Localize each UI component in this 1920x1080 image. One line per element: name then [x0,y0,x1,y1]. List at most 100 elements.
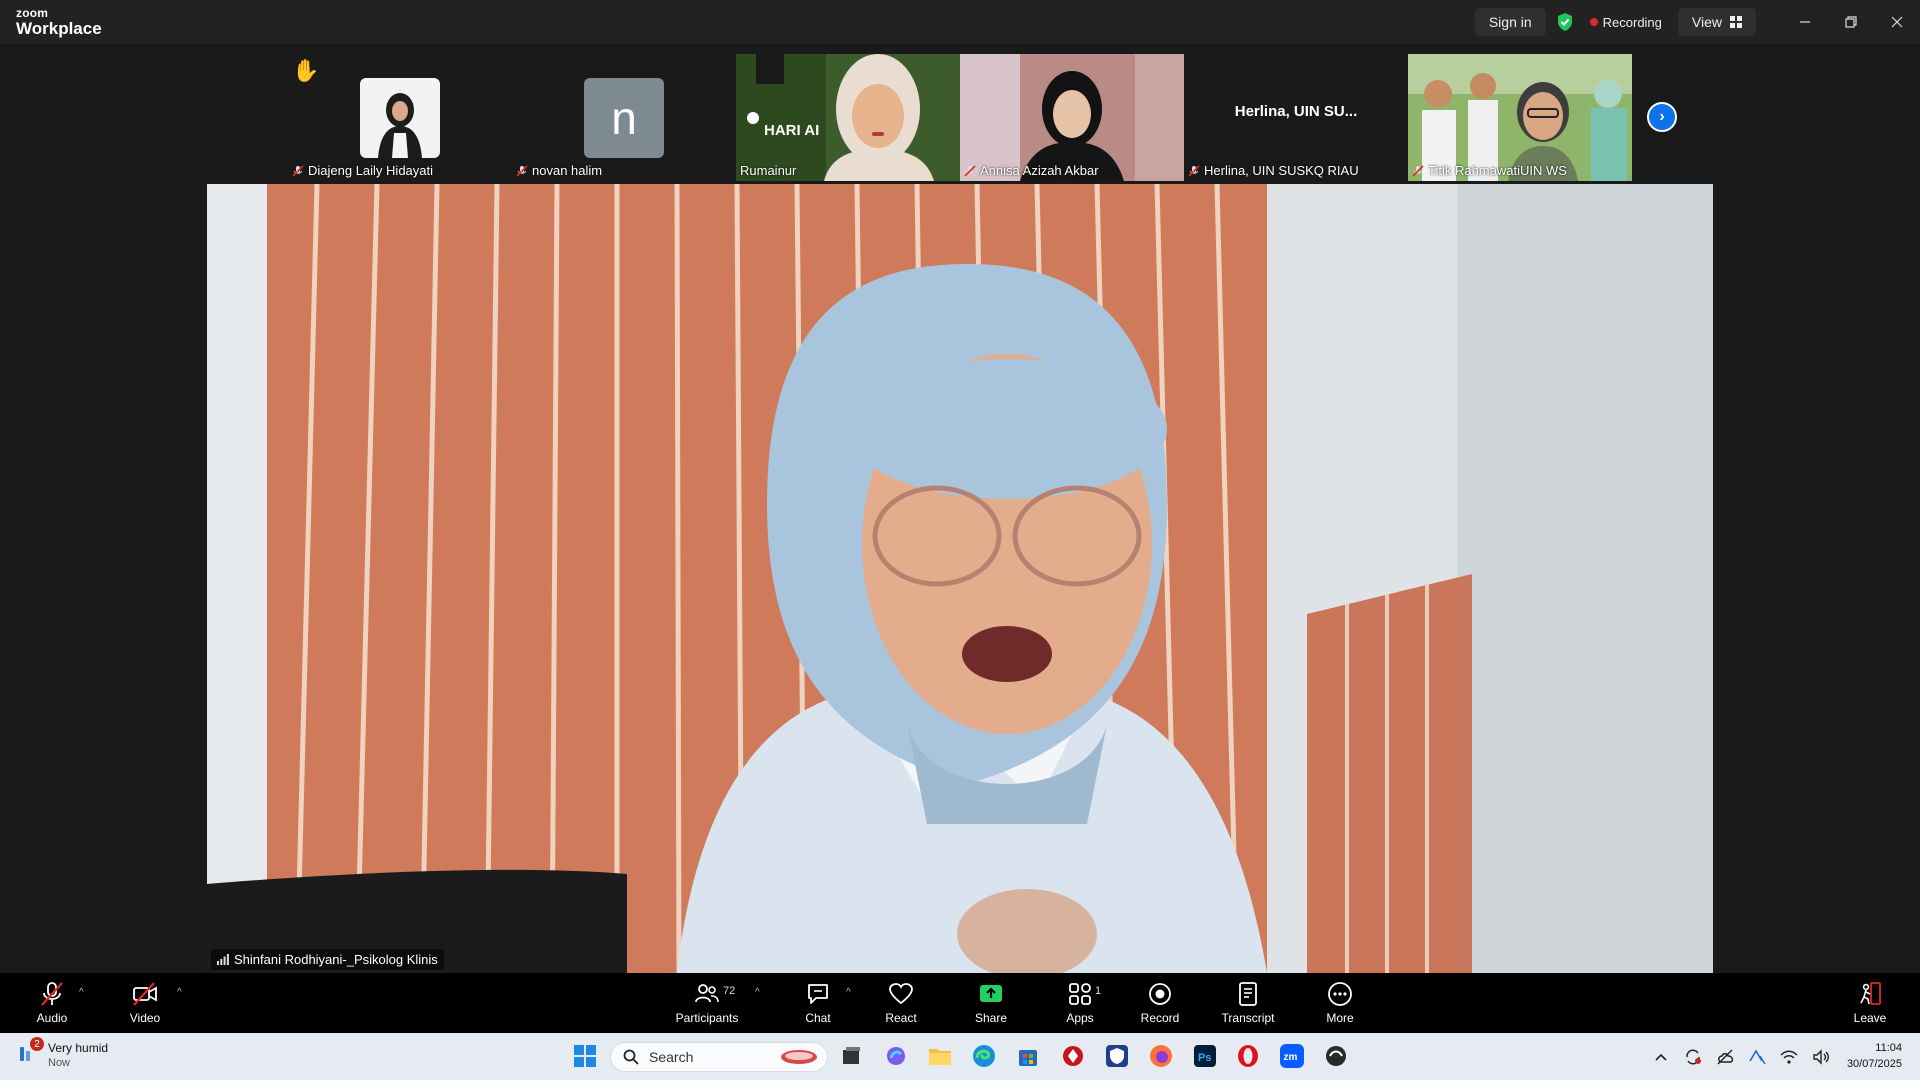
more-icon [1328,982,1352,1006]
audio-button[interactable]: Audio [34,981,70,1033]
participant-tile[interactable]: ✋ Diajeng Laily Hidayati [288,54,512,181]
svg-text:zm: zm [1284,1052,1298,1063]
participants-options-caret[interactable]: ^ [755,987,760,998]
windows-start-icon[interactable] [572,1043,598,1069]
participant-video [1408,54,1632,181]
close-icon [1891,16,1903,28]
audio-options-caret[interactable]: ^ [79,987,84,998]
taskbar-search[interactable]: Search [610,1042,828,1072]
leave-label: Leave [1853,1011,1887,1025]
search-placeholder: Search [649,1049,694,1065]
video-button[interactable]: Video [127,981,163,1033]
video-label: Video [129,1011,161,1025]
video-off-icon [133,982,157,1006]
raised-hand-icon: ✋ [292,58,320,83]
react-button[interactable]: React [883,981,919,1033]
leave-button[interactable]: Leave [1852,981,1888,1033]
wifi-icon[interactable] [1779,1047,1799,1067]
view-button[interactable]: View [1677,8,1756,36]
clock-time: 11:04 [1875,1042,1902,1055]
input-method-icon[interactable] [1747,1047,1767,1067]
active-speaker-video[interactable]: Shinfani Rodhiyani-_Psikolog Klinis [207,184,1713,973]
search-icon [623,1049,639,1065]
weather-subtitle: Now [48,1057,71,1069]
edge-browser-icon[interactable] [971,1043,997,1069]
recording-dot-icon [1589,18,1598,26]
share-button[interactable]: Share [973,981,1009,1033]
meeting-stage: ✋ Diajeng Laily Hidayati n novan halim H… [0,44,1920,973]
shield-app-icon[interactable] [1104,1043,1130,1069]
participant-tile[interactable]: Herlina, UIN SU... Herlina, UIN SUSKQ RI… [1184,54,1408,181]
notification-badge: 2 [30,1037,44,1051]
zoom-app-icon[interactable]: zm [1279,1043,1305,1069]
sync-icon[interactable] [1683,1047,1703,1067]
apps-count: 1 [1095,985,1102,997]
leave-icon [1860,982,1881,1005]
transcript-icon [1239,982,1257,1006]
apps-label: Apps [1066,1011,1094,1025]
more-label: More [1326,1011,1354,1025]
close-button[interactable] [1874,0,1920,44]
photoshop-icon[interactable]: Ps [1192,1043,1218,1069]
participant-video [960,54,1184,181]
sign-in-button[interactable]: Sign in [1474,8,1546,36]
participants-label: Participants [675,1011,739,1025]
task-view-icon[interactable] [838,1043,864,1069]
heart-icon [889,983,913,1005]
view-label: View [1691,14,1722,30]
encryption-shield-icon[interactable] [1556,12,1574,32]
restore-button[interactable] [1828,0,1874,44]
transcript-label: Transcript [1221,1011,1275,1025]
transcript-button[interactable]: Transcript [1221,981,1275,1033]
slide-overlay-text: HARI AI [764,122,820,139]
participant-tile[interactable]: n novan halim [512,54,736,181]
opera-icon[interactable] [1235,1043,1261,1069]
speaker-video-frame [207,184,1713,973]
speaker-name-label: Shinfani Rodhiyani-_Psikolog Klinis [211,949,444,970]
chat-options-caret[interactable]: ^ [846,987,851,998]
participants-icon [695,984,719,1003]
participant-tile[interactable]: HARI AI Rumainur [736,54,960,181]
video-options-caret[interactable]: ^ [177,987,182,998]
chat-button[interactable]: Chat [800,981,836,1033]
firefox-icon[interactable] [1148,1043,1174,1069]
react-label: React [885,1011,917,1025]
weather-title: Very humid [48,1041,109,1055]
avatar [360,78,440,158]
apps-button[interactable]: Apps [1062,981,1098,1033]
participant-name: Herlina, UIN SUSKQ RIAU [1204,163,1359,178]
participant-tile[interactable]: Annisa Azizah Akbar [960,54,1184,181]
record-label: Record [1140,1011,1180,1025]
participant-name: novan halim [532,163,603,178]
minimize-button[interactable] [1782,0,1828,44]
mic-muted-icon [292,164,304,177]
volume-icon[interactable] [1811,1047,1831,1067]
mic-muted-icon [1188,164,1200,177]
security-app-icon[interactable] [1060,1043,1086,1069]
weather-widget[interactable]: 2 Very humid Now [16,1037,109,1070]
svg-text:Ps: Ps [1198,1052,1211,1064]
taskbar-clock[interactable]: 11:04 30/07/2025 [1847,1041,1902,1072]
recording-indicator[interactable]: Recording [1584,8,1674,36]
participant-display-name: Herlina, UIN SU... [1234,103,1358,120]
speaker-name: Shinfani Rodhiyani-_Psikolog Klinis [234,952,438,967]
audio-label: Audio [36,1011,68,1025]
store-icon[interactable] [1015,1043,1041,1069]
participant-name: Diajeng Laily Hidayati [308,163,434,178]
mic-muted-icon [41,982,63,1006]
more-button[interactable]: More [1322,981,1358,1033]
mic-muted-icon [516,164,528,177]
cloud-off-icon[interactable] [1715,1047,1735,1067]
copilot-icon[interactable] [883,1043,909,1069]
chat-label: Chat [805,1011,831,1025]
file-explorer-icon[interactable] [927,1043,953,1069]
participant-tile[interactable]: Titik RahmawatiUIN WS [1408,54,1632,181]
record-button[interactable]: Record [1140,981,1180,1033]
search-highlight-icon [781,1050,817,1064]
app-icon[interactable] [1323,1043,1349,1069]
title-bar: zoom Workplace Sign in Recording View [0,0,1920,44]
signal-strength-icon [217,954,229,965]
chat-icon [808,984,828,1004]
chevron-up-icon[interactable] [1651,1047,1671,1067]
next-page-button[interactable]: › [1647,102,1677,132]
